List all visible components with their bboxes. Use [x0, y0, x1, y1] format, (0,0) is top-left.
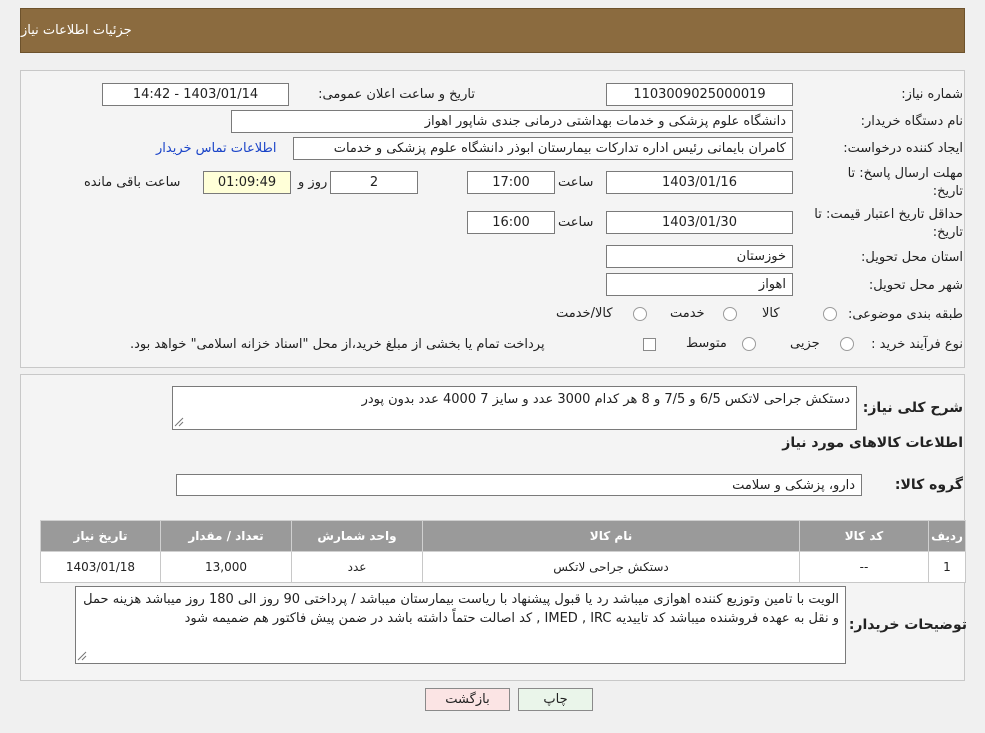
deadline-time-field[interactable]: 17:00 — [467, 171, 555, 194]
category-radio-service[interactable] — [723, 307, 737, 321]
col-quantity: تعداد / مقدار — [160, 520, 292, 552]
need-number-field[interactable]: 1103009025000019 — [606, 83, 793, 106]
category-goods-service-label: کالا/خدمت — [556, 306, 613, 321]
goods-table: ردیف کد کالا نام کالا واحد شمارش تعداد /… — [40, 520, 966, 583]
col-name: نام کالا — [422, 520, 800, 552]
deadline-time-label: ساعت — [558, 175, 594, 190]
city-field[interactable]: اهواز — [606, 273, 793, 296]
validity-date-field[interactable]: 1403/01/30 — [606, 211, 793, 234]
goods-group-field[interactable]: دارو، پزشکی و سلامت — [176, 474, 862, 496]
remaining-time-field[interactable]: 01:09:49 — [203, 171, 291, 194]
purchase-radio-minor[interactable] — [840, 337, 854, 351]
resize-grip-icon[interactable] — [174, 417, 184, 427]
deadline-date-field[interactable]: 1403/01/16 — [606, 171, 793, 194]
requester-field[interactable]: کامران بایمانی رئیس اداره تدارکات بیمارس… — [293, 137, 793, 160]
validity-time-label: ساعت — [558, 215, 594, 230]
province-field[interactable]: خوزستان — [606, 245, 793, 268]
goods-group-label: گروه کالا: — [894, 477, 963, 493]
remaining-time-label: ساعت باقی مانده — [84, 175, 181, 190]
purchase-minor-label: جزیی — [790, 336, 820, 351]
buyer-notes-label: توضیحات خریدار: — [848, 617, 967, 633]
cell-row: 1 — [928, 551, 966, 583]
buyer-notes-text: الویت با تامین وتوزیع کننده اهوازی میباش… — [83, 592, 839, 626]
city-label: شهر محل تحویل: — [868, 278, 963, 293]
cell-quantity: 13,000 — [160, 551, 292, 583]
summary-textarea[interactable]: دستکش جراحی لاتکس 6/5 و 7/5 و 8 هر کدام … — [172, 386, 857, 430]
col-need-date: تاریخ نیاز — [40, 520, 161, 552]
cell-name: دستکش جراحی لاتکس — [422, 551, 800, 583]
remaining-days-field[interactable]: 2 — [330, 171, 418, 194]
buyer-notes-textarea[interactable]: الویت با تامین وتوزیع کننده اهوازی میباش… — [75, 586, 846, 664]
category-label: طبقه بندی موضوعی: — [847, 307, 963, 322]
print-button[interactable]: چاپ — [518, 688, 593, 711]
col-code: کد کالا — [799, 520, 929, 552]
category-service-label: خدمت — [670, 306, 705, 321]
category-goods-label: کالا — [762, 306, 780, 321]
page-header: جزئیات اطلاعات نیاز — [20, 8, 965, 53]
deadline-label-date: تاریخ: — [932, 184, 963, 199]
announce-date-field[interactable]: 1403/01/14 - 14:42 — [102, 83, 289, 106]
remaining-days-label: روز و — [298, 175, 328, 190]
category-radio-goods-service[interactable] — [633, 307, 647, 321]
validity-time-field[interactable]: 16:00 — [467, 211, 555, 234]
deadline-label: مهلت ارسال پاسخ: تا — [847, 166, 963, 181]
buyer-org-field[interactable]: دانشگاه علوم پزشکی و خدمات بهداشتی درمان… — [231, 110, 793, 133]
buyer-org-label: نام دستگاه خریدار: — [860, 114, 963, 129]
payment-note: پرداخت تمام یا بخشی از مبلغ خرید،از محل … — [130, 337, 545, 352]
table-row[interactable]: 1 -- دستکش جراحی لاتکس عدد 13,000 1403/0… — [40, 551, 966, 583]
page-title: جزئیات اطلاعات نیاز — [21, 23, 132, 38]
province-label: استان محل تحویل: — [861, 250, 963, 265]
purchase-radio-medium[interactable] — [742, 337, 756, 351]
validity-label-date: تاریخ: — [932, 225, 963, 240]
category-radio-goods[interactable] — [823, 307, 837, 321]
summary-label: شرح کلی نیاز: — [862, 400, 963, 416]
purchase-type-label: نوع فرآیند خرید : — [871, 337, 963, 352]
goods-section-title: اطلاعات کالاهای مورد نیاز — [782, 435, 963, 451]
cell-unit: عدد — [291, 551, 423, 583]
treasury-bond-checkbox[interactable] — [643, 338, 656, 351]
col-unit: واحد شمارش — [291, 520, 423, 552]
requester-label: ایجاد کننده درخواست: — [843, 141, 963, 156]
purchase-medium-label: متوسط — [686, 336, 727, 351]
validity-label: حداقل تاریخ اعتبار قیمت: تا — [814, 207, 963, 222]
cell-code: -- — [799, 551, 929, 583]
summary-text: دستکش جراحی لاتکس 6/5 و 7/5 و 8 هر کدام … — [361, 392, 850, 407]
cell-need-date: 1403/01/18 — [40, 551, 161, 583]
resize-grip-icon[interactable] — [77, 651, 87, 661]
need-number-label: شماره نیاز: — [901, 87, 963, 102]
col-row: ردیف — [928, 520, 966, 552]
buyer-contact-link[interactable]: اطلاعات تماس خریدار — [156, 141, 276, 156]
announce-label: تاریخ و ساعت اعلان عمومی: — [318, 87, 475, 102]
back-button[interactable]: بازگشت — [425, 688, 510, 711]
table-header-row: ردیف کد کالا نام کالا واحد شمارش تعداد /… — [40, 520, 966, 552]
